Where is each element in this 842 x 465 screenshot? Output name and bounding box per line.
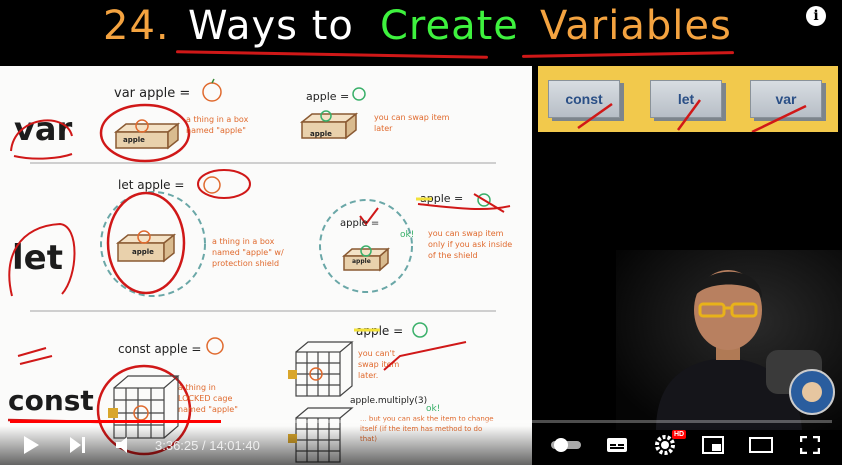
let-swap-note: you can swap item only if you ask inside… [428,229,513,260]
let-shield-2 [319,199,413,293]
fullscreen-icon [800,436,820,454]
video-player[interactable]: 24. Ways to Create Variables i var var a… [0,0,842,465]
hd-badge: HD [672,430,687,439]
autoplay-toggle[interactable] [548,428,584,462]
miniplayer-button[interactable] [698,428,728,462]
var-box-2 [299,110,359,140]
var-heading-2: apple = [306,90,350,103]
keyword-strike-marks [577,99,807,132]
let-heading-ok: apple = [340,218,380,229]
whiteboard: var var apple = apple a thing in a box n… [0,66,532,465]
let-shield [100,191,206,297]
video-title-banner: 24. Ways to Create Variables i [0,0,842,66]
volume-button[interactable] [112,428,136,462]
const-note: a thing in LOCKED cage named "apple" [178,383,238,414]
const-label-marks [7,347,103,424]
var-box-label: apple [123,136,145,144]
title-ways-to: Ways to [188,3,354,49]
let-note: a thing in a box named "apple" w/ protec… [212,237,284,268]
apple-icon [206,337,224,355]
let-box-label: apple [132,248,154,256]
subtitles-icon [607,438,627,452]
miniplayer-icon [702,436,724,454]
progress-bar[interactable] [10,420,832,423]
title-create: Create [380,3,519,49]
theater-icon [749,437,773,453]
var-note: a thing in a box named "apple" [186,115,249,135]
var-swap-note: you can swap item later [374,113,450,133]
title-number: 24. [103,3,170,49]
let-ok: ok! [400,230,415,240]
time-display: 3:36:25 / 14:01:40 [155,438,260,453]
let-label-circle [8,222,76,297]
play-button[interactable] [16,428,46,462]
apple-icon [202,78,222,102]
play-icon [24,436,39,454]
progress-fill [10,420,222,423]
fullscreen-button[interactable] [796,428,824,462]
subtitles-button[interactable] [602,428,632,462]
let-crossed-mark [416,193,511,213]
const-method: apple.multiply(3) [350,396,428,406]
var-box-label-2: apple [310,130,332,138]
var-heading: var apple = [114,86,191,101]
keyword-panel: const let var [538,66,838,132]
volume-icon [116,437,127,453]
presenter-image [616,250,842,430]
var-label-circle [10,119,73,160]
next-button[interactable] [64,428,92,462]
presenter-video [616,250,842,430]
theater-mode-button[interactable] [746,428,776,462]
info-icon[interactable]: i [806,6,826,26]
next-icon [70,437,85,453]
title-underline [521,51,735,58]
apple-icon [352,87,366,101]
const-check-mark [383,341,467,371]
var-box [99,103,191,163]
const-heading: const apple = [118,342,202,356]
title-underline [175,50,489,59]
const-cage-2 [288,341,354,397]
autoplay-toggle-icon [551,438,581,452]
title-variables: Variables [540,3,732,49]
divider [30,310,496,312]
let-box-label-2: apple [352,258,371,265]
